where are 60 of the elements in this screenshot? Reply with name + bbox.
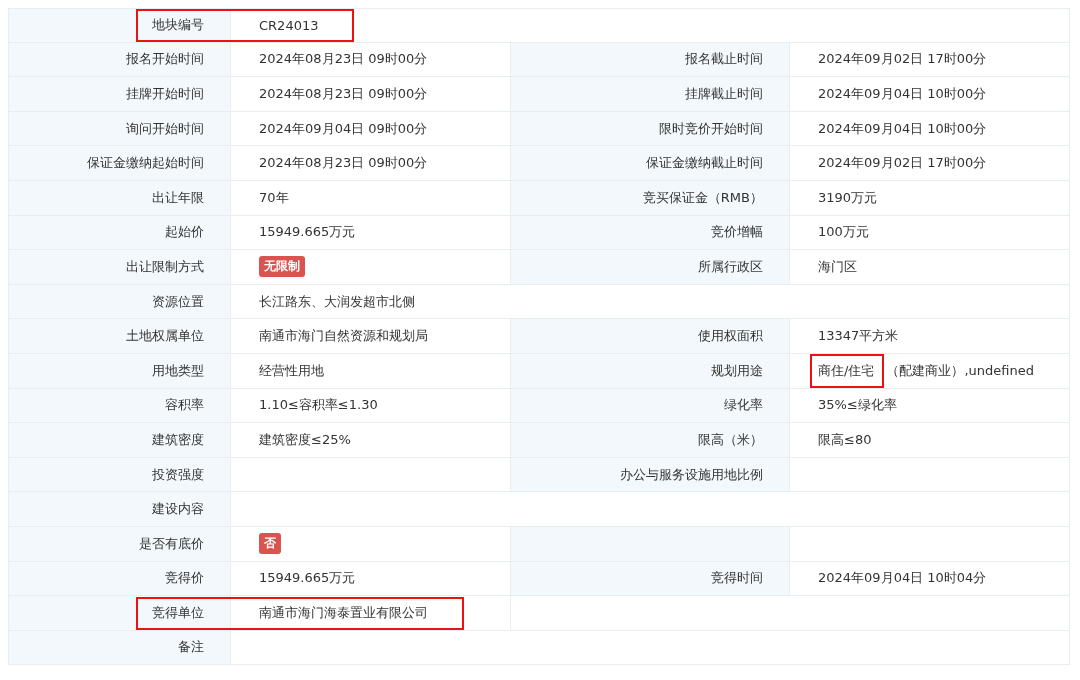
- field-label: 用地类型: [8, 353, 231, 389]
- field-label: 地块编号: [8, 8, 231, 43]
- field-value: 2024年09月04日 09时00分: [231, 111, 511, 147]
- field-label: 报名开始时间: [8, 42, 231, 78]
- field-value: 2024年09月04日 10时00分: [790, 111, 1070, 147]
- status-tag: 否: [259, 533, 281, 555]
- field-value: 3190万元: [790, 180, 1070, 216]
- field-value: 南通市海门自然资源和规划局: [231, 319, 511, 354]
- field-value: 2024年08月23日 09时00分: [231, 77, 511, 112]
- field-label: 办公与服务设施用地比例: [511, 457, 790, 493]
- field-value: 南通市海门海泰置业有限公司: [231, 596, 511, 631]
- field-value: 经营性用地: [231, 353, 511, 389]
- field-label: 投资强度: [8, 457, 231, 493]
- field-label: 建设内容: [8, 492, 231, 527]
- field-label: 建筑密度: [8, 423, 231, 458]
- field-label: 是否有底价: [8, 526, 231, 562]
- field-value: 2024年09月02日 17时00分: [790, 146, 1070, 181]
- field-value: （配建商业）,undefined: [886, 361, 1034, 380]
- field-label: 备注: [8, 630, 231, 666]
- field-value: 13347平方米: [790, 319, 1070, 354]
- field-label: 竞得单位: [8, 596, 231, 631]
- field-label: 竞得时间: [511, 561, 790, 597]
- field-label: 保证金缴纳截止时间: [511, 146, 790, 181]
- field-label: 使用权面积: [511, 319, 790, 354]
- field-label: 竞买保证金（RMB）: [511, 180, 790, 216]
- field-value: CR24013: [231, 8, 1070, 43]
- field-label: 保证金缴纳起始时间: [8, 146, 231, 181]
- field-label: 限时竞价开始时间: [511, 111, 790, 147]
- field-label: 起始价: [8, 215, 231, 251]
- field-label: 限高（米）: [511, 423, 790, 458]
- field-value: 35%≤绿化率: [790, 388, 1070, 424]
- field-label: 所属行政区: [511, 250, 790, 285]
- field-label: 出让限制方式: [8, 250, 231, 285]
- field-value: 15949.665万元: [231, 561, 511, 597]
- field-value: 2024年09月04日 10时00分: [790, 77, 1070, 112]
- field-label: 报名截止时间: [511, 42, 790, 78]
- field-value: 2024年08月23日 09时00分: [231, 42, 511, 78]
- field-label: 土地权属单位: [8, 319, 231, 354]
- field-value: 100万元: [790, 215, 1070, 251]
- field-label: 绿化率: [511, 388, 790, 424]
- field-label: 挂牌开始时间: [8, 77, 231, 112]
- status-tag: 无限制: [259, 256, 305, 278]
- field-value: 2024年09月02日 17时00分: [790, 42, 1070, 78]
- field-label: 竞得价: [8, 561, 231, 597]
- field-label: 出让年限: [8, 180, 231, 216]
- field-value: 建筑密度≤25%: [231, 423, 511, 458]
- field-label: 挂牌截止时间: [511, 77, 790, 112]
- field-value: 1.10≤容积率≤1.30: [231, 388, 511, 424]
- field-value: 限高≤80: [790, 423, 1070, 458]
- field-value: 70年: [231, 180, 511, 216]
- field-value: 2024年09月04日 10时04分: [790, 561, 1070, 597]
- field-value: 商住/住宅: [818, 361, 875, 380]
- field-value: 2024年08月23日 09时00分: [231, 146, 511, 181]
- field-label: 规划用途: [511, 353, 790, 389]
- field-label: 资源位置: [8, 284, 231, 320]
- field-label: 竞价增幅: [511, 215, 790, 251]
- field-value: 15949.665万元: [231, 215, 511, 251]
- field-value: 海门区: [790, 250, 1070, 285]
- field-label: 询问开始时间: [8, 111, 231, 147]
- field-label: 容积率: [8, 388, 231, 424]
